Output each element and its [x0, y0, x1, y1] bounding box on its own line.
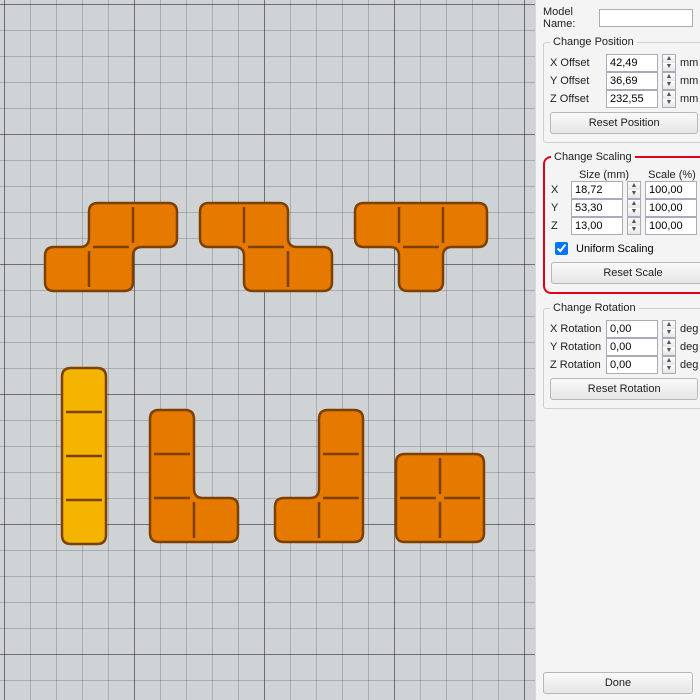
change-position-legend: Change Position: [550, 36, 637, 48]
uniform-scaling-checkbox[interactable]: [555, 242, 568, 255]
y-offset-input[interactable]: [606, 72, 658, 90]
change-position-group: Change Position X Offset ▲▼ mm Y Offset …: [543, 36, 700, 143]
size-z-spinner[interactable]: ▲▼: [627, 217, 641, 235]
scale-header: Scale (%): [641, 169, 700, 181]
x-offset-spinner[interactable]: ▲▼: [662, 54, 676, 72]
change-scaling-legend: Change Scaling: [551, 151, 635, 163]
size-x-spinner[interactable]: ▲▼: [627, 181, 641, 199]
scale-z-label: Z: [551, 220, 567, 232]
z-offset-spinner[interactable]: ▲▼: [662, 90, 676, 108]
size-z-input[interactable]: [571, 217, 623, 235]
y-rotation-label: Y Rotation: [550, 341, 602, 353]
z-rotation-spinner[interactable]: ▲▼: [662, 356, 676, 374]
tetromino-S[interactable]: [39, 197, 183, 300]
done-button[interactable]: Done: [543, 672, 693, 694]
x-rotation-spinner[interactable]: ▲▼: [662, 320, 676, 338]
scale-x-label: X: [551, 184, 567, 196]
tetromino-T[interactable]: [349, 197, 493, 300]
change-rotation-group: Change Rotation X Rotation ▲▼ deg Y Rota…: [543, 302, 700, 409]
model-name-label: Model Name:: [543, 6, 595, 30]
size-x-input[interactable]: [571, 181, 623, 199]
y-offset-label: Y Offset: [550, 75, 602, 87]
size-y-spinner[interactable]: ▲▼: [627, 199, 641, 217]
tetromino-J[interactable]: [269, 404, 369, 551]
size-header: Size (mm): [573, 169, 635, 181]
change-scaling-group: Change Scaling Size (mm) Scale (%) X ▲▼ …: [543, 151, 700, 294]
x-rotation-label: X Rotation: [550, 323, 602, 335]
scale-x-input[interactable]: [645, 181, 697, 199]
y-rotation-spinner[interactable]: ▲▼: [662, 338, 676, 356]
z-rotation-input[interactable]: [606, 356, 658, 374]
z-offset-input[interactable]: [606, 90, 658, 108]
size-y-input[interactable]: [571, 199, 623, 217]
scale-z-input[interactable]: [645, 217, 697, 235]
reset-position-button[interactable]: Reset Position: [550, 112, 698, 134]
y-rotation-input[interactable]: [606, 338, 658, 356]
change-rotation-legend: Change Rotation: [550, 302, 639, 314]
reset-scale-button[interactable]: Reset Scale: [551, 262, 700, 284]
model-name-input[interactable]: [599, 9, 693, 27]
x-offset-label: X Offset: [550, 57, 602, 69]
z-offset-label: Z Offset: [550, 93, 602, 105]
tetromino-I[interactable]: [56, 362, 112, 553]
scale-y-label: Y: [551, 202, 567, 214]
reset-rotation-button[interactable]: Reset Rotation: [550, 378, 698, 400]
build-plate-grid: [0, 0, 535, 700]
3d-viewport[interactable]: [0, 0, 535, 700]
tetromino-Z[interactable]: [194, 197, 338, 300]
x-offset-input[interactable]: [606, 54, 658, 72]
unit-mm: mm: [680, 57, 698, 69]
scale-y-input[interactable]: [645, 199, 697, 217]
uniform-scaling-label: Uniform Scaling: [576, 243, 654, 255]
properties-panel: Model Name: Change Position X Offset ▲▼ …: [535, 0, 700, 700]
y-offset-spinner[interactable]: ▲▼: [662, 72, 676, 90]
tetromino-L[interactable]: [144, 404, 244, 551]
x-rotation-input[interactable]: [606, 320, 658, 338]
tetromino-O[interactable]: [390, 448, 490, 551]
z-rotation-label: Z Rotation: [550, 359, 602, 371]
